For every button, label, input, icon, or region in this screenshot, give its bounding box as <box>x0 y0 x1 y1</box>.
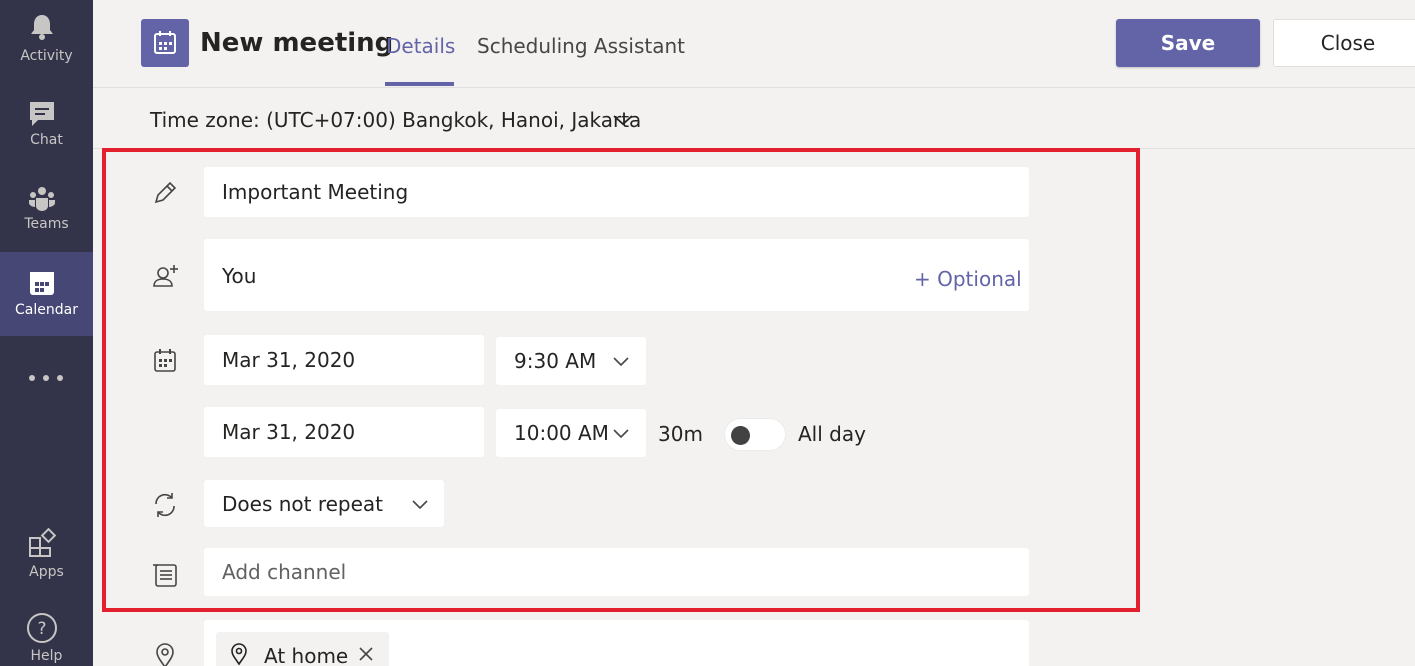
highlight-box <box>102 148 1140 612</box>
save-button[interactable]: Save <box>1116 19 1260 67</box>
calendar-icon <box>154 31 176 54</box>
tab-active-indicator <box>385 82 454 86</box>
close-button[interactable]: Close <box>1273 19 1415 67</box>
rail-label-activity: Activity <box>20 48 73 64</box>
teams-icon <box>29 187 55 211</box>
svg-text:?: ? <box>37 619 46 639</box>
rail-item-teams[interactable]: Teams <box>0 168 93 248</box>
page-title: New meeting <box>200 28 394 58</box>
tab-details[interactable]: Details <box>386 34 455 58</box>
rail-item-activity[interactable]: Activity <box>0 0 93 80</box>
rail-label-calendar: Calendar <box>15 302 78 318</box>
rail-item-help[interactable]: ? Help <box>0 604 93 666</box>
meeting-app-tile <box>141 19 189 67</box>
rail-label-apps: Apps <box>29 564 64 580</box>
help-icon: ? <box>27 613 57 643</box>
bell-icon <box>31 15 53 40</box>
rail-item-apps[interactable]: Apps <box>0 520 93 600</box>
calendar-icon <box>30 272 54 295</box>
rail-label-help: Help <box>30 648 63 664</box>
meeting-header: New meeting Details Scheduling Assistant… <box>93 0 1415 88</box>
apps-icon <box>29 528 56 557</box>
timezone-selector[interactable]: Time zone: (UTC+07:00) Bangkok, Hanoi, J… <box>150 108 641 132</box>
rail-item-chat[interactable]: Chat <box>0 84 93 164</box>
more-apps-icon[interactable] <box>26 368 66 388</box>
chevron-down-icon[interactable] <box>612 110 634 130</box>
tab-scheduling-assistant[interactable]: Scheduling Assistant <box>477 34 685 58</box>
location-pin-icon <box>231 643 247 666</box>
app-rail: Activity Chat Teams Calendar Apps ? Help <box>0 0 93 666</box>
location-chip[interactable]: At home <box>216 632 389 666</box>
rail-label-teams: Teams <box>24 216 69 232</box>
close-icon[interactable] <box>358 646 374 662</box>
rail-label-chat: Chat <box>30 132 63 148</box>
location-chip-label: At home <box>264 644 349 666</box>
chat-icon <box>30 102 54 126</box>
location-pin-icon <box>156 643 174 666</box>
rail-item-calendar[interactable]: Calendar <box>0 252 93 336</box>
